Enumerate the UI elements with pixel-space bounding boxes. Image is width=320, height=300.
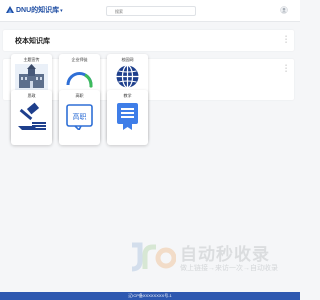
more-options-icon[interactable]: · · · <box>284 62 288 75</box>
more-options-icon[interactable]: · · · <box>284 33 288 46</box>
search-input[interactable] <box>106 6 196 16</box>
chevron-down-icon: ▾ <box>60 8 63 14</box>
card-label: 高职 <box>75 93 84 98</box>
footer-link[interactable]: 辽ICP备XXXXXXXX号-1 <box>128 293 172 298</box>
card-label: 企业师徒 <box>71 57 88 62</box>
user-icon[interactable] <box>280 6 288 14</box>
logo-icon <box>131 242 176 272</box>
card-label: 教学 <box>123 93 132 98</box>
document-badge-icon <box>117 103 138 130</box>
watermark: 自动秒收录 做上链接→来访一次→自动收录 <box>130 240 290 276</box>
watermark-subtitle: 做上链接→来访一次→自动收录 <box>180 265 278 272</box>
card-ideology[interactable]: 思政 <box>11 90 52 145</box>
card-label: 主题宣传 <box>23 57 40 62</box>
card-label: 校园网 <box>121 57 134 62</box>
building-icon <box>15 64 48 90</box>
section-title: 校本知识库 <box>15 38 50 45</box>
brand-name: DNU的知识库 <box>16 7 60 14</box>
card-higher-vocational[interactable]: 高职 高职 <box>59 90 100 145</box>
logo-icon[interactable] <box>5 5 15 15</box>
chat-bubble-icon: 高职 <box>66 104 93 130</box>
svg-text:高职: 高职 <box>73 112 87 121</box>
top-navbar: DNU的知识库▾ <box>0 0 300 22</box>
watermark-title: 自动秒收录 <box>180 245 270 264</box>
footer: 辽ICP备XXXXXXXX号-1 <box>0 292 300 300</box>
globe-icon <box>116 64 139 89</box>
card-teaching[interactable]: 教学 <box>107 90 148 145</box>
card-label: 思政 <box>27 93 36 98</box>
gauge-icon <box>66 72 93 88</box>
gavel-icon <box>18 102 46 130</box>
section-knowledge-base: 校本知识库 · · · <box>3 30 294 51</box>
brand-title[interactable]: DNU的知识库▾ <box>16 5 63 15</box>
